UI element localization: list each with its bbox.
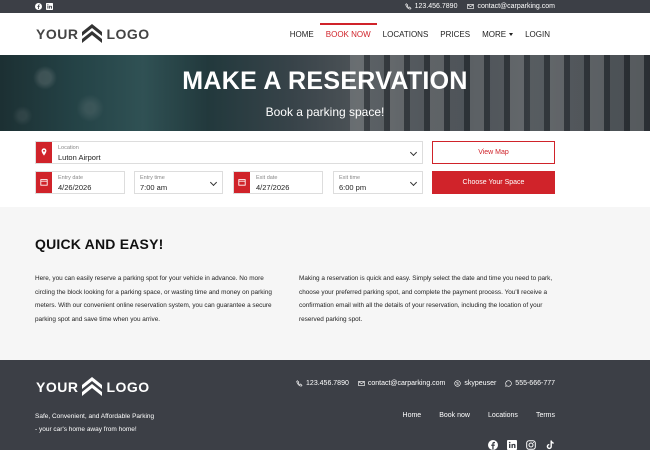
facebook-icon[interactable]: [488, 437, 498, 450]
topbar-email[interactable]: contact@carparking.com: [467, 2, 555, 11]
footer-whatsapp[interactable]: 555-666-777: [505, 380, 555, 387]
nav-prices[interactable]: PRICES: [434, 13, 476, 55]
location-select[interactable]: Location Luton Airport: [35, 141, 423, 164]
linkedin-icon[interactable]: [46, 3, 53, 10]
envelope-icon: [467, 4, 475, 9]
site-header: YOUR LOGO HOME BOOK NOW LOCATIONS PRICES…: [0, 13, 650, 55]
info-left-text: Here, you can easily reserve a parking s…: [35, 275, 272, 323]
nav-book-now[interactable]: BOOK NOW: [319, 13, 377, 55]
hero-title: MAKE A RESERVATION: [182, 67, 468, 95]
footer-link-home[interactable]: Home: [394, 412, 431, 419]
logo-text-left: YOUR: [36, 379, 79, 395]
phone-icon: [296, 380, 303, 387]
footer-whatsapp-text: 555-666-777: [515, 380, 555, 387]
exit-date-label: Exit date: [256, 175, 278, 181]
calendar-icon: [234, 172, 250, 193]
tiktok-icon[interactable]: [545, 437, 555, 450]
info-right-text: Making a reservation is quick and easy. …: [299, 275, 553, 323]
nav-book-now-label: BOOK NOW: [325, 29, 371, 39]
info-title: QUICK AND EASY!: [35, 236, 164, 252]
info-section: QUICK AND EASY! Here, you can easily res…: [0, 207, 650, 360]
footer-social: [488, 437, 555, 450]
footer-tagline: Safe, Convenient, and Affordable Parking…: [35, 410, 154, 436]
booking-form: Location Luton Airport Entry date 4/26/2…: [0, 131, 650, 207]
header-logo[interactable]: YOUR LOGO: [36, 23, 150, 45]
footer-skype-text: skypeuser: [464, 380, 497, 387]
facebook-icon[interactable]: [35, 3, 42, 10]
whatsapp-icon: [505, 380, 512, 387]
view-map-button[interactable]: View Map: [432, 141, 555, 164]
calendar-icon: [36, 172, 52, 193]
choose-your-space-button[interactable]: Choose Your Space: [432, 171, 555, 194]
footer-email-text: contact@carparking.com: [367, 380, 446, 387]
nav-locations[interactable]: LOCATIONS: [377, 13, 435, 55]
nav-login-label: LOGIN: [525, 29, 550, 39]
nav-home-label: HOME: [289, 29, 314, 39]
logo-text-right: LOGO: [106, 379, 150, 395]
footer-phone-text: 123.456.7890: [306, 380, 349, 387]
logo-chevron-icon: [82, 377, 103, 396]
exit-time-label: Exit time: [339, 175, 361, 181]
chevron-down-icon: [209, 178, 218, 187]
nav-more-label: MORE: [482, 29, 507, 39]
footer-link-terms[interactable]: Terms: [527, 412, 555, 419]
footer-link-locations[interactable]: Locations: [479, 412, 527, 419]
footer-phone[interactable]: 123.456.7890: [296, 380, 349, 387]
top-bar: 123.456.7890 contact@carparking.com: [0, 0, 650, 13]
logo-text-left: YOUR: [36, 26, 79, 42]
topbar-phone-text: 123.456.7890: [414, 3, 458, 10]
tagline-line-2: - your car's home away from home!: [35, 426, 137, 433]
logo-chevron-icon: [82, 24, 103, 43]
skype-icon: [454, 380, 462, 387]
linkedin-icon[interactable]: [507, 437, 517, 450]
chevron-down-icon: [409, 178, 418, 187]
footer-skype[interactable]: skypeuser: [454, 380, 496, 387]
footer-contacts: 123.456.7890 contact@carparking.com skyp…: [296, 380, 555, 387]
entry-time-label: Entry time: [140, 175, 165, 181]
entry-time-select[interactable]: Entry time 7:00 am: [134, 171, 223, 194]
logo-text-right: LOGO: [106, 26, 150, 42]
caret-down-icon: [509, 32, 514, 36]
footer-logo[interactable]: YOUR LOGO: [36, 376, 150, 398]
exit-time-select[interactable]: Exit time 6:00 pm: [333, 171, 423, 194]
nav-locations-label: LOCATIONS: [382, 29, 429, 39]
location-label: Location: [58, 145, 79, 151]
nav-home[interactable]: HOME: [284, 13, 320, 55]
entry-date-label: Entry date: [58, 175, 84, 181]
entry-time-value: 7:00 am: [140, 183, 168, 192]
instagram-icon[interactable]: [526, 437, 536, 450]
hero-banner: MAKE A RESERVATION Book a parking space!: [0, 55, 650, 131]
phone-icon: [405, 3, 412, 10]
nav-more[interactable]: MORE: [476, 13, 519, 55]
location-pin-icon: [36, 142, 52, 163]
entry-date-value: 4/26/2026: [58, 183, 92, 192]
topbar-contact: 123.456.7890 contact@carparking.com: [405, 2, 555, 11]
nav-prices-label: PRICES: [440, 29, 471, 39]
exit-date-value: 4/27/2026: [256, 183, 290, 192]
tagline-line-1: Safe, Convenient, and Affordable Parking: [35, 413, 155, 420]
topbar-phone[interactable]: 123.456.7890: [405, 2, 458, 11]
site-footer: YOUR LOGO Safe, Convenient, and Affordab…: [0, 360, 650, 450]
exit-date-field[interactable]: Exit date 4/27/2026: [233, 171, 323, 194]
footer-link-book-now[interactable]: Book now: [430, 412, 479, 419]
exit-time-value: 6:00 pm: [339, 183, 367, 192]
footer-email[interactable]: contact@carparking.com: [358, 380, 446, 387]
chevron-down-icon: [409, 148, 418, 157]
main-nav: HOME BOOK NOW LOCATIONS PRICES MORE LOGI…: [284, 13, 556, 55]
footer-links: Home Book now Locations Terms: [394, 412, 555, 419]
topbar-social: [35, 3, 53, 10]
envelope-icon: [358, 381, 365, 386]
location-value: Luton Airport: [58, 153, 101, 162]
hero-subtitle: Book a parking space!: [265, 105, 385, 119]
entry-date-field[interactable]: Entry date 4/26/2026: [35, 171, 125, 194]
topbar-email-text: contact@carparking.com: [477, 3, 555, 10]
nav-login[interactable]: LOGIN: [519, 13, 556, 55]
